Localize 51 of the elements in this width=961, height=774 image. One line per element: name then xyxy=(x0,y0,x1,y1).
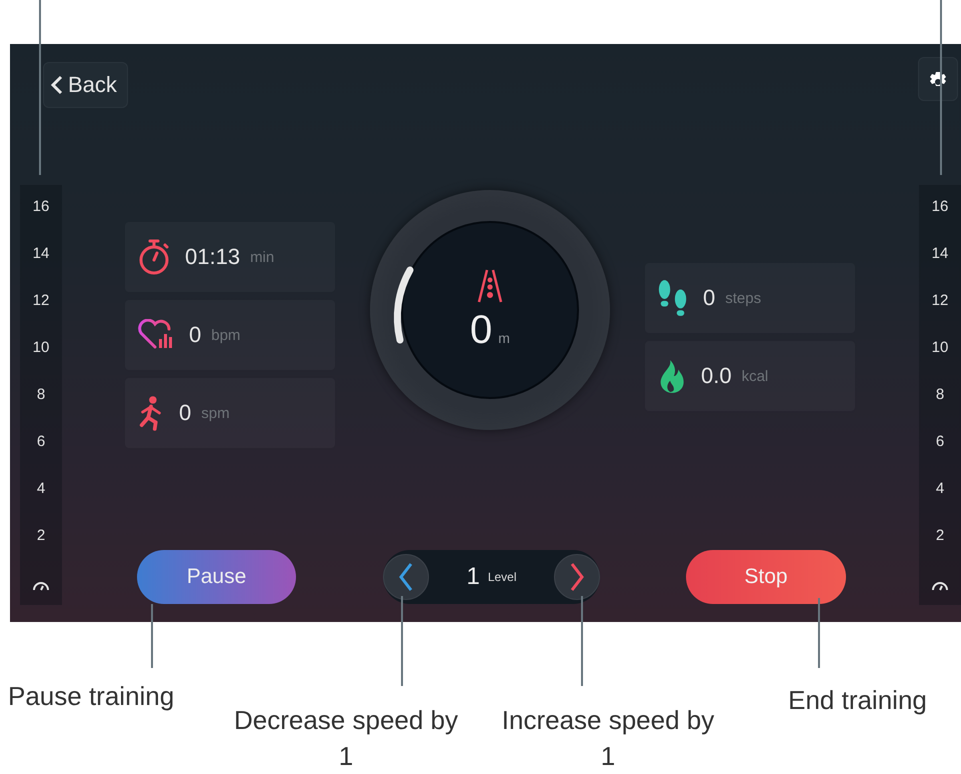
chevron-left-icon xyxy=(50,75,64,95)
metric-unit: bpm xyxy=(211,326,240,344)
speedometer-icon xyxy=(931,579,949,591)
scale-tick: 6 xyxy=(936,432,944,452)
metric-value: 0 xyxy=(703,285,716,311)
chevron-left-icon xyxy=(398,562,414,592)
scale-tick: 16 xyxy=(32,197,50,217)
scale-tick: 16 xyxy=(932,197,948,217)
metric-unit: spm xyxy=(201,404,230,422)
metric-value: 01:13 xyxy=(185,244,240,270)
metric-value: 0.0 xyxy=(701,363,732,389)
scale-tick: 6 xyxy=(36,432,46,452)
annotation-label: End training xyxy=(787,684,928,717)
level-label: Level xyxy=(488,570,517,584)
level-value: 1 xyxy=(466,563,480,591)
metric-value: 0 xyxy=(179,400,192,426)
scale-tick: 10 xyxy=(932,338,948,358)
increase-button[interactable] xyxy=(554,554,600,600)
metric-value: 0 xyxy=(189,322,202,348)
distance-value: 0 xyxy=(470,308,492,352)
back-button[interactable]: Back xyxy=(43,62,128,108)
annotation-label: Increase speed by 1 xyxy=(500,704,716,773)
scale-tick: 4 xyxy=(36,479,46,499)
road-icon xyxy=(477,268,503,304)
scale-tick: 4 xyxy=(936,479,944,499)
scale-tick: 14 xyxy=(932,244,948,264)
distance-unit: m xyxy=(498,330,510,346)
chevron-right-icon xyxy=(568,562,585,592)
scale-tick: 8 xyxy=(36,385,46,405)
scale-tick: 14 xyxy=(32,244,50,264)
speedometer-icon xyxy=(32,579,50,591)
scale-tick: 12 xyxy=(32,291,50,311)
annotation-label: Pause training xyxy=(8,680,176,713)
stopwatch-icon xyxy=(137,238,171,276)
scale-tick: 12 xyxy=(932,291,948,311)
heart-rate-icon xyxy=(137,319,175,351)
scale-tick: 10 xyxy=(32,338,50,358)
decrease-button[interactable] xyxy=(383,554,429,600)
pause-button[interactable]: Pause xyxy=(137,550,296,604)
scale-tick: 2 xyxy=(36,526,46,546)
metric-unit: min xyxy=(250,248,274,266)
settings-button[interactable] xyxy=(918,57,958,101)
scale-tick: 8 xyxy=(936,385,944,405)
metric-unit: kcal xyxy=(742,368,768,384)
scale-tick: 2 xyxy=(936,526,944,546)
annotation-label: Decrease speed by 1 xyxy=(232,704,460,773)
stop-button[interactable]: Stop xyxy=(686,550,846,604)
leader-line xyxy=(818,598,820,668)
footprints-icon xyxy=(657,279,689,317)
leader-line xyxy=(151,604,153,668)
metric-unit: steps xyxy=(725,290,762,306)
